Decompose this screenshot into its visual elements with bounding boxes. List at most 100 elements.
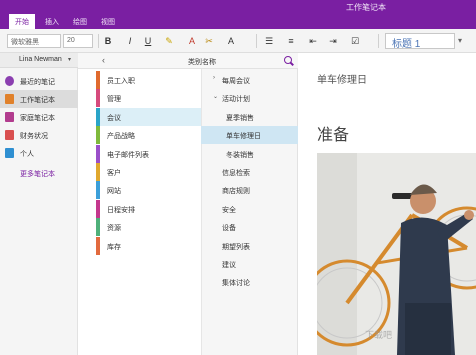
page-label: 集体讨论	[222, 280, 250, 288]
page-label: 活动计划	[222, 96, 250, 104]
section-label: 电子邮件列表	[107, 151, 149, 159]
chevron-down-icon[interactable]: ⌄	[213, 93, 218, 100]
section-item[interactable]: 员工入职	[96, 71, 201, 89]
section-color-tab	[96, 144, 100, 163]
page-label: 期望列表	[222, 243, 250, 251]
notebook-label: 家庭笔记本	[20, 115, 55, 122]
notebook-icon	[5, 148, 14, 158]
page-item[interactable]: 集体讨论	[201, 273, 298, 291]
tab-insert[interactable]: 插入	[39, 14, 65, 29]
numbered-list-icon[interactable]: ≡	[284, 33, 298, 49]
user-name[interactable]: Lina Newman	[19, 56, 62, 63]
style-dropdown[interactable]: 标题 1	[385, 33, 455, 50]
section-label: 库存	[107, 243, 121, 251]
page-item[interactable]: 设备	[201, 218, 298, 236]
page-item[interactable]: 商店规则	[201, 181, 298, 199]
page-label: 安全	[222, 206, 236, 214]
notebook-label: 个人	[20, 151, 34, 158]
section-label: 会议	[107, 114, 121, 122]
page-label: 设备	[222, 225, 236, 233]
section-label: 资源	[107, 225, 121, 233]
ribbon-divider	[98, 34, 99, 48]
notebook-icon	[5, 130, 14, 140]
notebook-icon	[5, 112, 14, 122]
chevron-right-icon[interactable]: ›	[213, 75, 215, 81]
section-item[interactable]: 库存	[96, 236, 201, 255]
notebook-item-finance[interactable]: 财务状况	[0, 126, 78, 144]
checkbox-icon[interactable]: ☑	[348, 33, 362, 49]
notebook-item-family[interactable]: 家庭笔记本	[0, 108, 78, 126]
section-color-tab	[96, 181, 100, 200]
section-item[interactable]: 管理	[96, 89, 201, 108]
italic-icon[interactable]: I	[123, 33, 137, 49]
notebook-pane: Lina Newman ▾ 最近的笔记 工作笔记本 家庭笔记本 财务状况 个人 …	[0, 53, 78, 355]
section-color-tab	[96, 71, 100, 89]
page-item[interactable]: 安全	[201, 200, 298, 218]
section-color-tab	[96, 218, 100, 237]
notebook-item-work[interactable]: 工作笔记本	[0, 90, 78, 108]
notebook-label: 财务状况	[20, 133, 48, 140]
notebook-item-personal[interactable]: 个人	[0, 144, 78, 162]
page-label: 夏季销售	[226, 114, 254, 122]
search-icon[interactable]	[284, 56, 292, 64]
page-title[interactable]: 单车修理日	[317, 71, 367, 86]
content-heading[interactable]: 准备	[317, 121, 349, 145]
font-color-icon[interactable]: A	[185, 33, 199, 49]
app-title: 工作笔记本	[346, 3, 386, 12]
tab-home[interactable]: 开始	[9, 14, 35, 29]
account-header[interactable]: Lina Newman ▾	[0, 53, 78, 68]
back-arrow-icon[interactable]: ‹	[102, 55, 105, 65]
clear-format-icon[interactable]: ✂	[202, 33, 216, 49]
section-color-tab	[96, 199, 100, 218]
section-item[interactable]: 日程安排	[96, 199, 201, 218]
chevron-down-icon[interactable]: ▾	[458, 33, 462, 49]
page-item[interactable]: 单车修理日	[201, 126, 298, 145]
page-item[interactable]: 冬装销售	[201, 145, 298, 163]
notebook-label: 工作笔记本	[20, 97, 55, 104]
section-item[interactable]: 客户	[96, 163, 201, 181]
section-item[interactable]: 电子邮件列表	[96, 144, 201, 163]
section-item[interactable]: 资源	[96, 218, 201, 237]
page-label: 商店规则	[222, 188, 250, 196]
page-label: 单车修理日	[226, 133, 261, 141]
page-item[interactable]: 建议	[201, 255, 298, 273]
highlight-icon[interactable]: ✎	[162, 33, 176, 49]
tab-view[interactable]: 视图	[95, 14, 121, 29]
font-name-field[interactable]: 微软雅黑	[7, 34, 61, 48]
more-notebooks-link[interactable]: 更多笔记本	[20, 169, 55, 179]
section-item[interactable]: 网站	[96, 181, 201, 200]
font-size-field[interactable]: 20	[63, 34, 93, 48]
section-label: 日程安排	[107, 206, 135, 214]
notebook-item-recent[interactable]: 最近的笔记	[0, 72, 78, 90]
page-item[interactable]: 信息检索	[201, 163, 298, 181]
page-item[interactable]: › 每周会议	[201, 71, 298, 89]
page-item[interactable]: ⌄ 活动计划	[201, 89, 298, 107]
tab-draw[interactable]: 绘图	[67, 14, 93, 29]
bicycle-photo	[317, 153, 476, 355]
text-style-icon[interactable]: A	[224, 33, 238, 49]
section-label: 管理	[107, 96, 121, 104]
section-pane-title: 类别名称	[188, 59, 216, 66]
section-header: ‹ 类别名称	[78, 53, 298, 69]
page-item[interactable]: 期望列表	[201, 237, 298, 255]
section-item[interactable]: 产品战略	[96, 126, 201, 145]
ribbon-divider	[256, 34, 257, 48]
notebook-label: 最近的笔记	[20, 79, 55, 86]
page-label: 信息检索	[222, 170, 250, 177]
section-color-tab	[96, 89, 100, 108]
chevron-down-icon[interactable]: ▾	[68, 56, 71, 63]
section-item[interactable]: 会议	[96, 107, 201, 126]
section-label: 员工入职	[107, 78, 135, 85]
indent-icon[interactable]: ⇥	[326, 33, 340, 49]
notebook-icon	[5, 94, 14, 104]
bullet-list-icon[interactable]: ☰	[262, 33, 276, 49]
section-color-tab	[96, 163, 100, 181]
page-label: 建议	[222, 262, 236, 269]
section-color-tab	[96, 126, 100, 145]
underline-icon[interactable]: U	[141, 33, 155, 49]
section-label: 网站	[107, 188, 121, 196]
page-item[interactable]: 夏季销售	[201, 108, 298, 126]
bold-icon[interactable]: B	[101, 33, 115, 49]
recent-notes-icon	[5, 76, 14, 86]
outdent-icon[interactable]: ⇤	[306, 33, 320, 49]
